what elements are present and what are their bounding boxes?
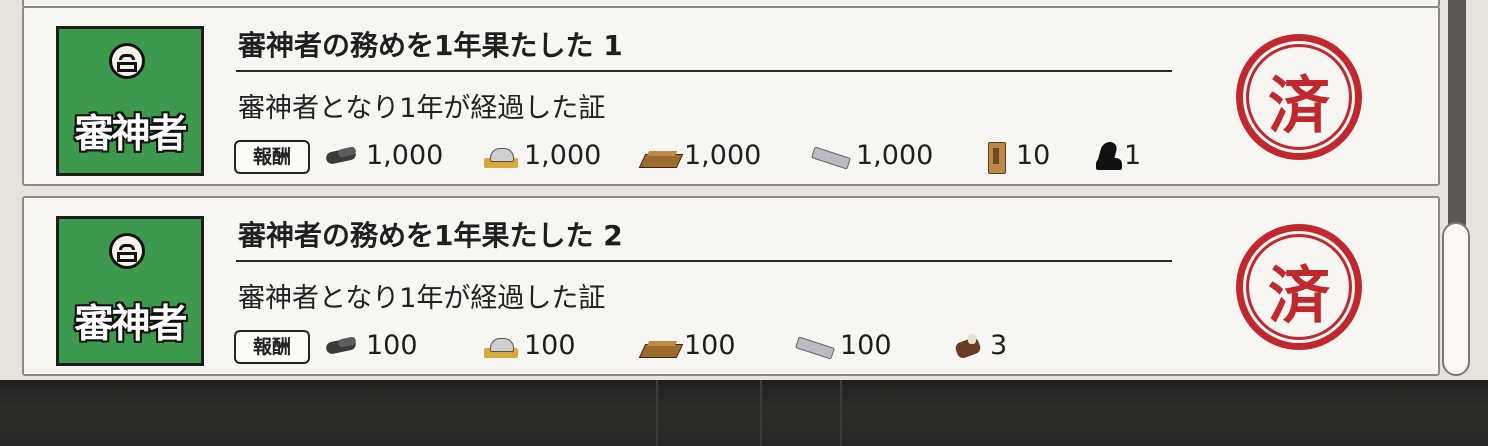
horse-icon — [1092, 140, 1126, 174]
reward-value: 100 — [524, 330, 576, 361]
achievement-description: 審神者となり1年が経過した証 — [238, 93, 606, 124]
equipment-pack-icon — [952, 330, 986, 364]
reward-value: 3 — [990, 330, 1008, 361]
stamp-char: 済 — [1267, 69, 1330, 142]
coolant-icon — [642, 146, 680, 168]
badge-label: 審神者 — [74, 301, 187, 347]
bottom-frame — [0, 380, 1488, 446]
achievement-panel: 審神者 審神者の務めを1年果たした 1 審神者となり1年が経過した証 報酬 1,… — [0, 0, 1488, 380]
achievement-title: 審神者の務めを1年果たした 2 — [238, 219, 623, 252]
scrollbar-thumb[interactable] — [1442, 222, 1470, 376]
reward-label: 報酬 — [234, 330, 310, 364]
reward-value: 1 — [1124, 140, 1142, 171]
stamp-char: 済 — [1267, 259, 1330, 332]
reward-value: 1,000 — [856, 140, 934, 171]
reward-value: 10 — [1016, 140, 1051, 171]
frame-seam — [840, 380, 842, 446]
title-divider — [236, 260, 1172, 262]
frame-seam — [656, 380, 658, 446]
whetstone-icon — [812, 146, 850, 168]
achievement-card[interactable]: 審神者 審神者の務めを1年果たした 2 審神者となり1年が経過した証 報酬 10… — [22, 196, 1440, 376]
reward-value: 1,000 — [524, 140, 602, 171]
title-divider — [236, 70, 1172, 72]
achievement-card[interactable]: 審神者 審神者の務めを1年果たした 1 審神者となり1年が経過した証 報酬 1,… — [22, 6, 1440, 186]
crest-icon — [109, 43, 145, 79]
reward-label: 報酬 — [234, 140, 310, 174]
achievement-description: 審神者となり1年が経過した証 — [238, 283, 606, 314]
badge-label: 審神者 — [74, 111, 187, 157]
tamahagane-icon — [482, 336, 520, 358]
charcoal-icon — [326, 146, 360, 166]
frame-seam — [760, 380, 762, 446]
completed-stamp: 済 — [1236, 224, 1362, 350]
saniwa-badge: 審神者 — [56, 216, 204, 366]
crest-icon — [109, 233, 145, 269]
reward-value: 1,000 — [366, 140, 444, 171]
reward-value: 100 — [684, 330, 736, 361]
reward-value: 1,000 — [684, 140, 762, 171]
charcoal-icon — [326, 336, 360, 356]
completed-stamp: 済 — [1236, 34, 1362, 160]
saniwa-badge: 審神者 — [56, 26, 204, 176]
reward-value: 100 — [840, 330, 892, 361]
coolant-icon — [642, 336, 680, 358]
achievement-title: 審神者の務めを1年果たした 1 — [238, 29, 623, 62]
koban-tag-icon — [986, 142, 1006, 174]
whetstone-icon — [796, 336, 834, 358]
tamahagane-icon — [482, 146, 520, 168]
achievement-list[interactable]: 審神者 審神者の務めを1年果たした 1 審神者となり1年が経過した証 報酬 1,… — [22, 0, 1440, 377]
reward-value: 100 — [366, 330, 418, 361]
